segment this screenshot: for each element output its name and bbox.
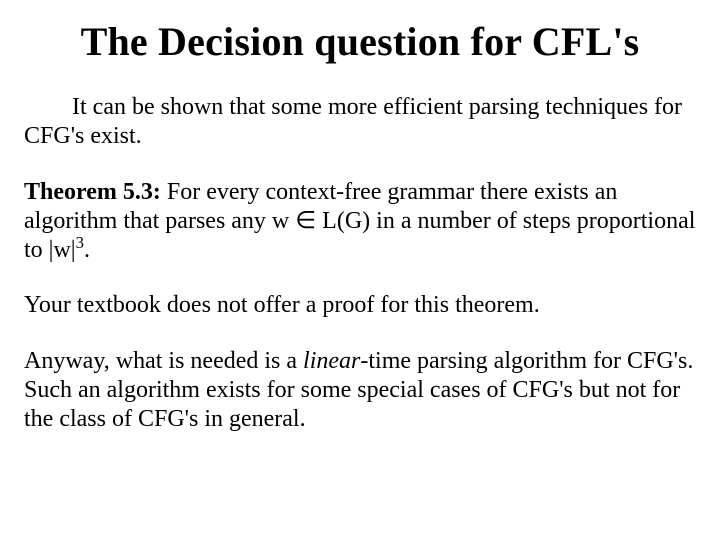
element-of-symbol: ∈ <box>295 208 316 234</box>
linear-paragraph: Anyway, what is needed is a linear-time … <box>24 347 696 435</box>
theorem-label: Theorem 5.3: <box>24 179 161 205</box>
slide-title: The Decision question for CFL's <box>24 18 696 65</box>
intro-paragraph: It can be shown that some more efficient… <box>24 93 696 152</box>
proof-note-paragraph: Your textbook does not offer a proof for… <box>24 291 696 320</box>
linear-word: linear <box>303 348 360 374</box>
exponent: 3 <box>76 233 84 252</box>
theorem-text-c: . <box>84 237 90 263</box>
slide-body: It can be shown that some more efficient… <box>24 93 696 434</box>
linear-text-a: Anyway, what is needed is a <box>24 348 303 374</box>
theorem-paragraph: Theorem 5.3: For every context-free gram… <box>24 178 696 266</box>
slide: The Decision question for CFL's It can b… <box>0 0 720 540</box>
